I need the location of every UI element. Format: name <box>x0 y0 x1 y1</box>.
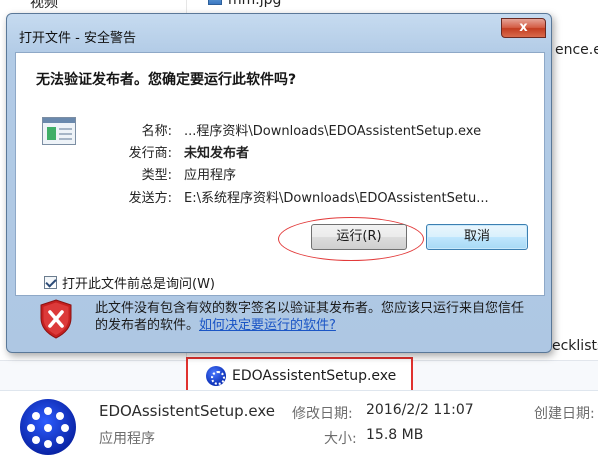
always-ask-checkbox[interactable] <box>44 276 57 289</box>
details-modified-value: 2016/2/2 11:07 <box>366 402 474 418</box>
name-label: 名称: <box>141 124 172 139</box>
warning-message: 此文件没有包含有效的数字签名以验证其发布者。您应该只运行来自您信任的发布者的软件… <box>95 300 535 334</box>
dialog-title: 打开文件 - 安全警告 <box>19 31 136 46</box>
explorer-file-label: ecklists <box>552 338 598 354</box>
details-modified-label: 修改日期: <box>292 406 353 422</box>
selected-file-row[interactable]: EDOAssistentSetup.exe <box>186 357 413 394</box>
image-file-icon <box>208 0 222 5</box>
details-size-value: 15.8 MB <box>366 427 424 443</box>
explorer-file-partial-2[interactable]: ecklists <box>552 338 598 354</box>
name-value: ...程序资料\Downloads\EDOAssistentSetup.exe <box>184 124 482 139</box>
type-label: 类型: <box>141 168 172 183</box>
type-value: 应用程序 <box>184 168 237 183</box>
dialog-content: 无法验证发布者。您确定要运行此软件吗? 名称: ...程序资料\Download… <box>15 52 545 296</box>
dialog-question: 无法验证发布者。您确定要运行此软件吗? <box>36 72 297 88</box>
explorer-file-mm[interactable]: mm.jpg <box>208 0 281 8</box>
edo-app-icon <box>20 399 76 455</box>
close-button[interactable]: x <box>501 18 546 38</box>
how-to-decide-link[interactable]: 如何决定要运行的软件? <box>199 318 336 333</box>
cancel-button[interactable]: 取消 <box>426 224 528 250</box>
from-value: E:\系统程序资料\Downloads\EDOAssistentSetu... <box>184 191 489 206</box>
file-program-icon <box>42 117 76 145</box>
details-created-label: 创建日期: <box>534 406 595 422</box>
explorer-item-videos[interactable]: 视频 <box>30 0 58 12</box>
warning-area: 此文件没有包含有效的数字签名以验证其发布者。您应该只运行来自您信任的发布者的软件… <box>15 296 545 348</box>
details-file-type: 应用程序 <box>99 431 155 447</box>
details-size-label: 大小: <box>324 431 357 447</box>
explorer-file-label: ence.ex <box>555 42 598 58</box>
details-file-name: EDOAssistentSetup.exe <box>99 402 275 420</box>
selected-file-name: EDOAssistentSetup.exe <box>232 367 397 384</box>
explorer-file-partial[interactable]: ence.ex <box>555 42 598 58</box>
publisher-value: 未知发布者 <box>184 146 250 161</box>
explorer-file-label: mm.jpg <box>228 0 282 8</box>
always-ask-checkbox-row[interactable]: 打开此文件前总是询问(W) <box>44 273 215 292</box>
explorer-item-label: 视频 <box>30 0 58 11</box>
close-icon: x <box>519 20 528 35</box>
dialog-titlebar[interactable]: 打开文件 - 安全警告 x <box>7 14 551 52</box>
shield-warning-icon <box>40 299 72 339</box>
publisher-label: 发行商: <box>128 146 172 161</box>
run-button[interactable]: 运行(R) <box>311 224 407 250</box>
security-warning-dialog: 打开文件 - 安全警告 x 无法验证发布者。您确定要运行此软件吗? 名称: ..… <box>6 13 552 353</box>
details-pane: EDOAssistentSetup.exe 应用程序 修改日期: 2016/2/… <box>0 390 598 458</box>
always-ask-checkbox-label[interactable]: 打开此文件前总是询问(W) <box>62 273 215 292</box>
edo-app-icon <box>206 365 226 386</box>
from-label: 发送方: <box>128 191 172 206</box>
